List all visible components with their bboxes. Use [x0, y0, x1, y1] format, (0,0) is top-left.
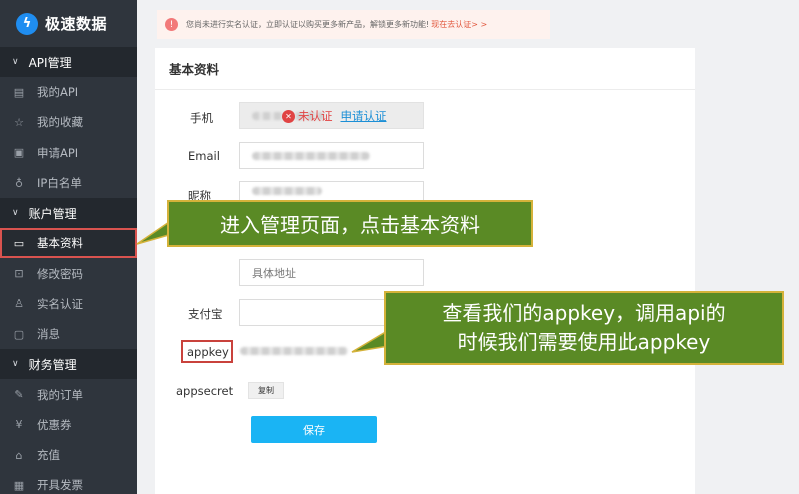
api-list-icon: ▤	[13, 85, 25, 99]
phone-label: 手机	[190, 111, 213, 125]
order-icon: ✎	[14, 388, 24, 402]
profile-card: 基本资料	[155, 48, 695, 494]
address-field[interactable]: 具体地址	[239, 259, 424, 286]
masked-email	[252, 151, 370, 160]
sidebar-item-label: 开具发票	[37, 478, 83, 493]
notice-text: 您尚未进行实名认证，立即认证以购买更多新产品，解锁更多新功能!	[186, 20, 430, 29]
masked-appkey	[240, 347, 348, 355]
profile-callout: 进入管理页面，点击基本资料	[167, 200, 533, 247]
sidebar-item-invoice[interactable]: ▦ 开具发票	[0, 470, 137, 494]
user-icon: ♁	[14, 176, 24, 190]
lock-icon: ⊡	[14, 267, 24, 281]
profile-title: 基本资料	[155, 48, 695, 90]
lightning-icon: ϟ	[16, 12, 38, 35]
apply-icon: ▣	[13, 146, 25, 160]
sidebar-item-my-api[interactable]: ▤ 我的API	[0, 77, 137, 107]
profile-callout-text: 进入管理页面，点击基本资料	[220, 213, 480, 237]
sidebar-item-recharge[interactable]: ⌂ 充值	[0, 440, 137, 470]
unverified-text: 未认证	[298, 109, 333, 123]
sidebar: ϟ 极速数据 ∨ API管理 ▤ 我的API ☆ 我的收藏 ▣ 申请API ♁ …	[0, 0, 137, 494]
appkey-callout-line2: 时候我们需要使用此appkey	[457, 330, 711, 354]
main-content: ! 您尚未进行实名认证，立即认证以购买更多新产品，解锁更多新功能! 现在去认证>…	[137, 0, 799, 494]
sidebar-item-orders[interactable]: ✎ 我的订单	[0, 379, 137, 409]
nav-group-title: API管理	[28, 55, 72, 70]
sidebar-item-label: 申请API	[37, 145, 79, 160]
appkey-label-highlight: appkey	[181, 340, 233, 363]
sidebar-item-verification[interactable]: ♙ 实名认证	[0, 289, 137, 319]
appsecret-label: appsecret	[176, 384, 234, 398]
chevron-down-icon: ∨	[12, 208, 19, 219]
alipay-field[interactable]	[239, 299, 389, 326]
verify-user-icon: ♙	[14, 297, 24, 311]
nav-group-account[interactable]: ∨ 账户管理	[0, 198, 137, 229]
sidebar-item-coupons[interactable]: ¥ 优惠券	[0, 410, 137, 440]
verify-now-link[interactable]: 现在去认证> >	[431, 19, 487, 30]
sidebar-item-messages[interactable]: ▢ 消息	[0, 319, 137, 349]
invoice-icon: ▦	[13, 478, 25, 492]
nav-group-api[interactable]: ∨ API管理	[0, 47, 137, 77]
nav-group-title: 财务管理	[28, 357, 77, 372]
nickname-field[interactable]	[239, 181, 424, 201]
nav-group-finance[interactable]: ∨ 财务管理	[0, 349, 137, 380]
brand-name: 极速数据	[45, 15, 108, 33]
chevron-down-icon: ∨	[12, 359, 19, 370]
coupon-icon: ¥	[15, 418, 23, 432]
sidebar-item-favorites[interactable]: ☆ 我的收藏	[0, 107, 137, 137]
chevron-down-icon: ∨	[12, 57, 19, 67]
sidebar-item-label: 修改密码	[37, 266, 83, 281]
verification-status: ✕ 未认证 申请认证	[282, 108, 387, 124]
apply-verify-link[interactable]: 申请认证	[341, 108, 387, 124]
page: ϟ 极速数据 ∨ API管理 ▤ 我的API ☆ 我的收藏 ▣ 申请API ♁ …	[0, 0, 799, 494]
sidebar-item-change-password[interactable]: ⊡ 修改密码	[0, 258, 137, 288]
appkey-callout-line1: 查看我们的appkey，调用api的	[442, 301, 726, 325]
sidebar-item-label: 基本资料	[37, 236, 83, 251]
recharge-icon: ⌂	[15, 448, 23, 462]
sidebar-item-label: IP白名单	[37, 176, 82, 191]
sidebar-item-label: 消息	[37, 327, 60, 342]
nav-group-title: 账户管理	[28, 206, 77, 221]
email-field[interactable]	[239, 142, 424, 169]
brand-logo[interactable]: ϟ 极速数据	[0, 0, 137, 47]
sidebar-item-label: 充值	[37, 448, 60, 463]
save-button[interactable]: 保存	[251, 416, 377, 443]
profile-card-icon: ▭	[13, 236, 25, 250]
sidebar-item-label: 我的收藏	[37, 115, 83, 130]
email-label: Email	[188, 149, 220, 163]
appkey-callout: 查看我们的appkey，调用api的 时候我们需要使用此appkey	[384, 291, 784, 365]
verification-notice: ! 您尚未进行实名认证，立即认证以购买更多新产品，解锁更多新功能! 现在去认证>…	[157, 10, 550, 39]
sidebar-item-label: 实名认证	[37, 296, 83, 311]
sidebar-item-label: 我的订单	[37, 387, 83, 402]
alert-icon: !	[165, 18, 178, 31]
sidebar-item-label: 优惠券	[37, 417, 72, 432]
sidebar-item-label: 我的API	[37, 85, 79, 100]
sidebar-item-profile[interactable]: ▭ 基本资料	[0, 228, 137, 259]
copy-button[interactable]: 复制	[248, 382, 284, 399]
star-icon: ☆	[14, 115, 24, 129]
appkey-label: appkey	[187, 344, 229, 359]
warning-user-icon: ✕	[282, 109, 295, 123]
sidebar-item-apply-api[interactable]: ▣ 申请API	[0, 138, 137, 168]
sidebar-item-ip-whitelist[interactable]: ♁ IP白名单	[0, 168, 137, 198]
alipay-label: 支付宝	[188, 307, 223, 321]
masked-nickname	[252, 187, 322, 195]
address-placeholder: 具体地址	[252, 266, 296, 280]
message-icon: ▢	[13, 327, 25, 341]
